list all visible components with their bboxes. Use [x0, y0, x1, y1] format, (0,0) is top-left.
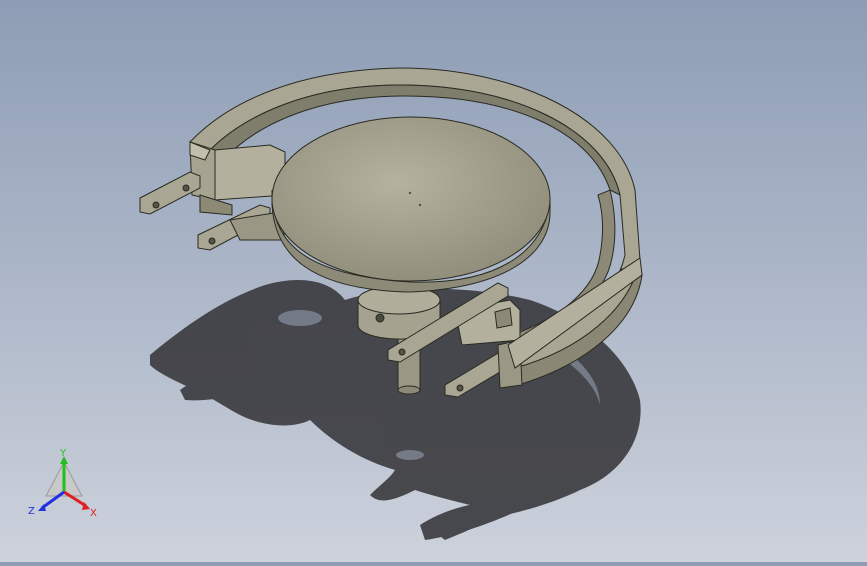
turntable-disc[interactable]	[271, 116, 551, 293]
x-axis-label: X	[90, 508, 97, 519]
y-axis-label: Y	[59, 448, 67, 459]
left-mount-bracket[interactable]	[139, 141, 286, 251]
z-axis-label: Z	[28, 506, 35, 517]
view-orientation-triad[interactable]: Y X Z	[26, 448, 106, 522]
model-view[interactable]	[0, 0, 867, 562]
graphics-viewport[interactable]: Y X Z	[0, 0, 867, 562]
